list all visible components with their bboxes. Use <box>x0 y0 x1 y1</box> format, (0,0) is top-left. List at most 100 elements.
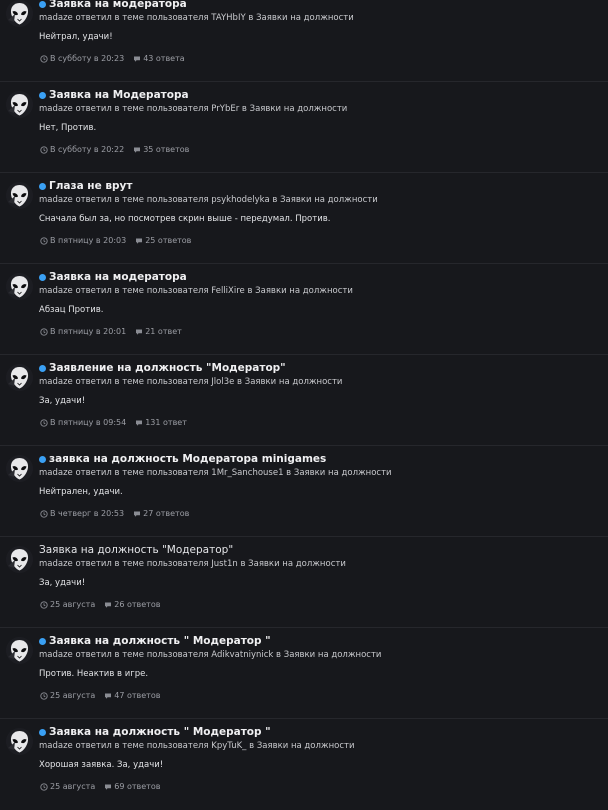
avatar[interactable] <box>6 0 33 27</box>
unread-dot-icon <box>39 728 46 736</box>
topic-title[interactable]: Заявка на должность "Модератор" <box>39 543 233 557</box>
avatar[interactable] <box>6 455 33 482</box>
topic-title-text[interactable]: Заявка на должность " Модератор " <box>49 634 271 648</box>
activity-meta: madaze ответил в теме пользователя KpyTu… <box>39 741 355 751</box>
reply-count[interactable]: 43 ответа <box>133 53 185 64</box>
post-stats: 25 августа 47 ответов <box>40 690 160 701</box>
post-time-text: В четверг в 20:53 <box>50 509 125 518</box>
reply-count-text: 131 ответ <box>145 418 187 427</box>
clock-icon <box>40 600 48 609</box>
post-stats: В пятницу в 09:54 131 ответ <box>40 417 187 428</box>
avatar[interactable] <box>6 728 33 755</box>
reply-count-text: 26 ответов <box>114 600 161 609</box>
activity-item: заявка на должность Модератора minigames… <box>0 446 608 537</box>
post-time[interactable]: В пятницу в 09:54 <box>40 417 126 428</box>
post-time[interactable]: 25 августа <box>40 599 95 610</box>
topic-title[interactable]: заявка на должность Модератора minigames <box>39 452 326 466</box>
post-time[interactable]: В пятницу в 20:03 <box>40 235 126 246</box>
reply-count[interactable]: 21 ответ <box>135 326 182 337</box>
clock-icon <box>40 418 48 427</box>
post-excerpt: Абзац Против. <box>39 305 104 315</box>
topic-title[interactable]: Заявка на модератора <box>39 0 187 11</box>
comment-icon <box>105 693 112 699</box>
comment-icon <box>134 511 141 517</box>
unread-dot-icon <box>39 273 46 281</box>
post-stats: 25 августа 69 ответов <box>40 781 160 792</box>
activity-meta: madaze ответил в теме пользователя Felli… <box>39 286 353 296</box>
reply-count-text: 21 ответ <box>145 327 182 336</box>
topic-title-text[interactable]: Заявление на должность "Модератор" <box>49 361 286 375</box>
alien-mask-avatar-icon <box>6 273 33 300</box>
reply-count[interactable]: 35 ответов <box>133 144 189 155</box>
topic-title-text[interactable]: заявка на должность Модератора minigames <box>49 452 326 466</box>
clock-icon <box>40 691 48 700</box>
reply-count[interactable]: 69 ответов <box>104 781 160 792</box>
unread-dot-icon <box>39 91 46 99</box>
post-excerpt: Нейтрален, удачи. <box>39 487 123 497</box>
comment-icon <box>134 56 141 62</box>
avatar[interactable] <box>6 182 33 209</box>
clock-icon <box>40 327 48 336</box>
post-stats: В пятницу в 20:01 21 ответ <box>40 326 182 337</box>
activity-item: Заявка на модератора madaze ответил в те… <box>0 0 608 82</box>
topic-title[interactable]: Заявление на должность "Модератор" <box>39 361 286 375</box>
post-excerpt: Нет, Против. <box>39 123 97 133</box>
alien-mask-avatar-icon <box>6 364 33 391</box>
activity-item: Глаза не врут madaze ответил в теме поль… <box>0 173 608 264</box>
alien-mask-avatar-icon <box>6 182 33 209</box>
activity-item: Заявление на должность "Модератор" madaz… <box>0 355 608 446</box>
comment-icon <box>105 602 112 608</box>
post-time-text: 25 августа <box>50 782 96 791</box>
reply-count-text: 35 ответов <box>143 145 190 154</box>
post-excerpt: Против. Неактив в игре. <box>39 669 149 679</box>
activity-item: Заявка на модератора madaze ответил в те… <box>0 264 608 355</box>
activity-item: Заявка на должность "Модератор" madaze о… <box>0 537 608 628</box>
comment-icon <box>136 329 143 335</box>
activity-meta: madaze ответил в теме пользователя Jlol3… <box>39 377 343 387</box>
alien-mask-avatar-icon <box>6 0 33 27</box>
activity-item: Заявка на должность " Модератор " madaze… <box>0 719 608 810</box>
post-time[interactable]: В субботу в 20:23 <box>40 53 124 64</box>
post-time[interactable]: 25 августа <box>40 781 95 792</box>
post-time[interactable]: В субботу в 20:22 <box>40 144 124 155</box>
comment-icon <box>136 420 143 426</box>
clock-icon <box>40 509 48 518</box>
reply-count[interactable]: 26 ответов <box>104 599 160 610</box>
alien-mask-avatar-icon <box>6 546 33 573</box>
reply-count[interactable]: 131 ответ <box>135 417 187 428</box>
reply-count[interactable]: 27 ответов <box>133 508 189 519</box>
topic-title-text[interactable]: Заявка на должность " Модератор " <box>49 725 271 739</box>
reply-count[interactable]: 25 ответов <box>135 235 191 246</box>
avatar[interactable] <box>6 546 33 573</box>
avatar[interactable] <box>6 364 33 391</box>
post-excerpt: Хорошая заявка. За, удачи! <box>39 760 164 770</box>
post-time-text: В субботу в 20:22 <box>50 145 125 154</box>
alien-mask-avatar-icon <box>6 728 33 755</box>
reply-count-text: 43 ответа <box>143 54 185 63</box>
topic-title-text[interactable]: Глаза не врут <box>49 179 132 193</box>
unread-dot-icon <box>39 637 46 645</box>
topic-title[interactable]: Заявка на Модератора <box>39 88 189 102</box>
topic-title-text[interactable]: Заявка на модератора <box>49 270 187 284</box>
topic-title[interactable]: Заявка на модератора <box>39 270 187 284</box>
post-time[interactable]: В четверг в 20:53 <box>40 508 124 519</box>
post-time[interactable]: 25 августа <box>40 690 95 701</box>
topic-title-text[interactable]: Заявка на модератора <box>49 0 187 11</box>
avatar[interactable] <box>6 273 33 300</box>
activity-meta: madaze ответил в теме пользователя psykh… <box>39 195 378 205</box>
post-time-text: В пятницу в 20:03 <box>50 236 127 245</box>
post-stats: В пятницу в 20:03 25 ответов <box>40 235 191 246</box>
reply-count-text: 27 ответов <box>143 509 190 518</box>
topic-title[interactable]: Заявка на должность " Модератор " <box>39 634 271 648</box>
reply-count-text: 25 ответов <box>145 236 192 245</box>
avatar[interactable] <box>6 91 33 118</box>
topic-title[interactable]: Глаза не врут <box>39 179 132 193</box>
activity-meta: madaze ответил в теме пользователя Adikv… <box>39 650 382 660</box>
activity-meta: madaze ответил в теме пользователя Just1… <box>39 559 346 569</box>
topic-title-text[interactable]: Заявка на должность "Модератор" <box>39 543 233 557</box>
topic-title[interactable]: Заявка на должность " Модератор " <box>39 725 271 739</box>
avatar[interactable] <box>6 637 33 664</box>
topic-title-text[interactable]: Заявка на Модератора <box>49 88 189 102</box>
post-time[interactable]: В пятницу в 20:01 <box>40 326 126 337</box>
reply-count[interactable]: 47 ответов <box>104 690 160 701</box>
